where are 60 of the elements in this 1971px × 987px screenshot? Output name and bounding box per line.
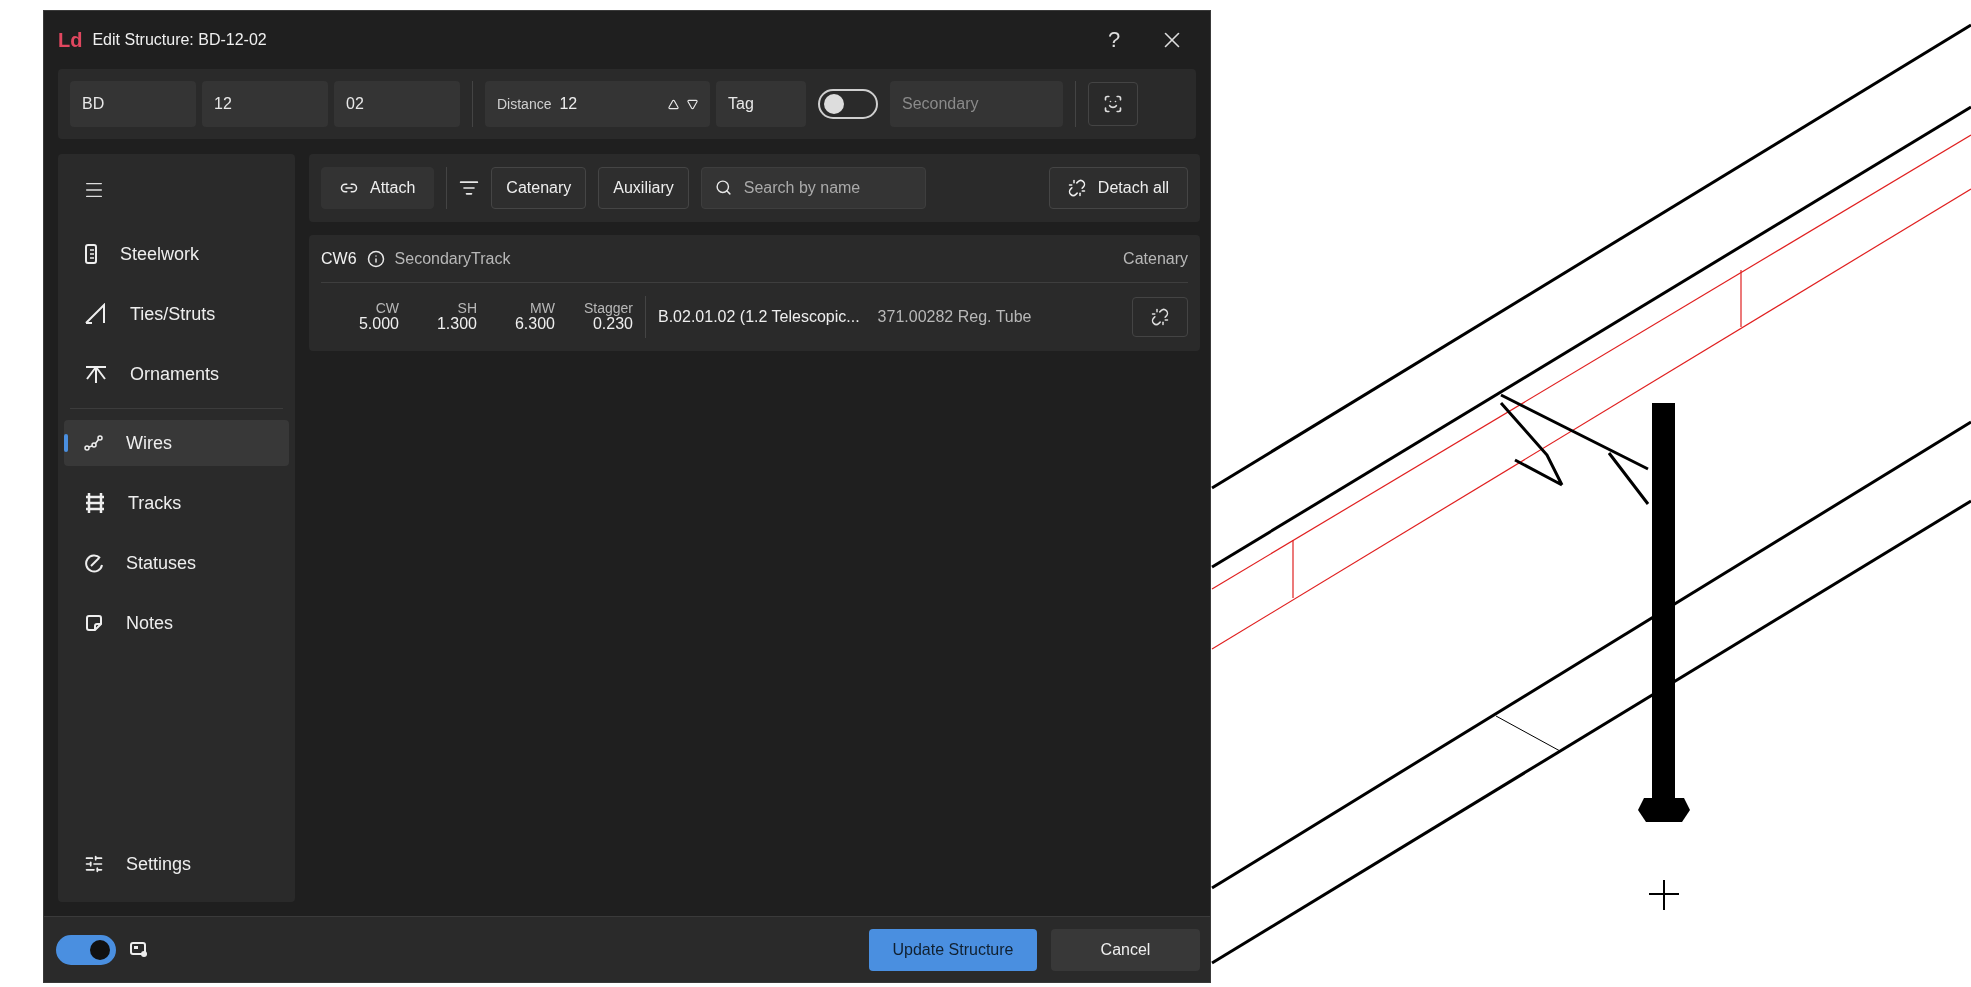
wire-nodes-icon [84,435,104,451]
code-field[interactable]: 12 [202,81,328,127]
detach-button[interactable] [1132,297,1188,337]
attach-button[interactable]: Attach [321,167,435,209]
distance-value: 12 [559,95,578,113]
toggle-switch[interactable] [818,89,878,119]
code-field[interactable]: 02 [334,81,460,127]
window-user-icon [130,941,148,958]
tag-field[interactable]: Tag [716,81,806,127]
part-name: B.02.01.02 (1.2 Telescopic... [658,308,860,326]
sidebar-item[interactable]: Ties/Struts [64,291,289,337]
help-button[interactable]: ? [1090,20,1138,60]
track-icon [84,492,106,514]
registration-name: 371.00282 Reg. Tube [877,308,1032,326]
sidebar-item[interactable]: Ornaments [64,351,289,397]
distance-label: Distance [497,96,552,112]
code-field[interactable]: BD [70,81,196,127]
metric-value: 0.230 [592,315,633,333]
decrement-icon[interactable] [687,98,698,110]
metric-label: Stagger [583,301,633,316]
unlink-icon [1067,179,1086,197]
sidebar-item[interactable]: Notes [64,600,289,646]
secondary-field[interactable]: Secondary [890,81,1063,127]
sidebar-item[interactable]: Wires [64,420,289,466]
wire-name: CW6 [321,249,357,268]
ornament-icon [84,364,108,384]
cancel-button[interactable]: Cancel [1051,928,1200,971]
metric-value: 5.000 [358,315,399,333]
focus-button[interactable] [1088,82,1138,126]
app-logo: Ld [58,28,83,52]
unlink-icon [1151,308,1169,326]
metric-value: 1.300 [436,315,477,333]
metric-label: SH [457,301,477,316]
focus-frame-icon [1103,94,1123,114]
note-icon [84,613,104,633]
metric-value: 6.300 [514,315,555,333]
wire-type: Catenary [1123,249,1188,268]
detach-all-button[interactable]: Detach all [1048,167,1188,209]
track-name: SecondaryTrack [394,249,511,268]
sidebar-item[interactable]: Statuses [64,540,289,586]
strut-icon [84,303,108,325]
settings-icon [84,854,104,874]
search-field[interactable]: Search by name [700,167,926,209]
sidebar-item[interactable]: Settings [64,841,289,887]
window-title: Edit Structure: BD-12-02 [92,31,267,49]
filter-chip[interactable]: Auxiliary [598,167,689,209]
steel-column-icon [84,244,98,264]
search-icon [714,179,732,196]
increment-icon[interactable] [668,98,679,110]
distance-field[interactable]: Distance 12 [485,81,710,127]
filter-chip[interactable]: Catenary [491,167,587,209]
info-icon[interactable] [366,249,385,268]
update-structure-button[interactable]: Update Structure [869,928,1037,971]
metric-label: CW [375,301,399,316]
filter-icon[interactable] [459,178,480,198]
toggle-switch[interactable] [56,934,116,965]
status-icon [84,553,104,573]
sidebar-item[interactable]: Steelwork [64,231,289,277]
metric-label: MW [530,301,555,316]
sidebar-item[interactable]: Tracks [64,480,289,526]
